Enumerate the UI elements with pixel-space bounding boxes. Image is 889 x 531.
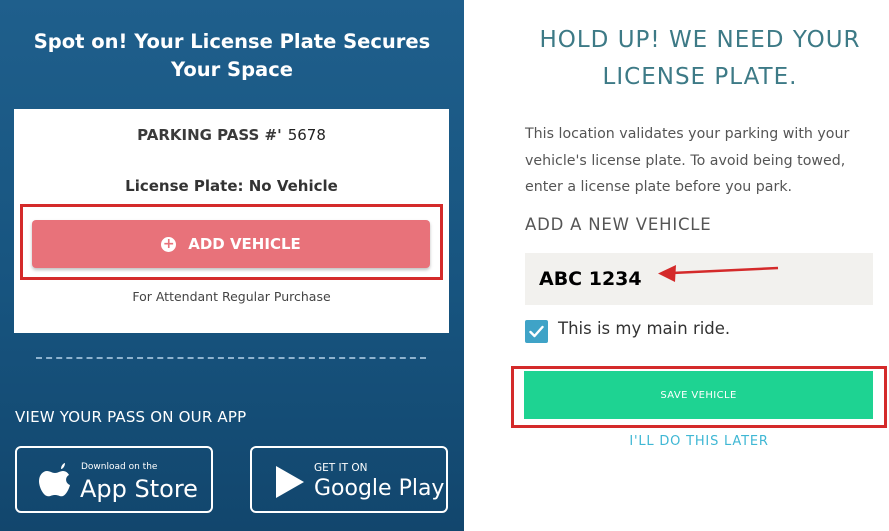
- title-line-1: HOLD UP! WE NEED YOUR: [539, 27, 861, 53]
- google-play-button[interactable]: GET IT ON Google Play: [250, 446, 448, 513]
- title-line-2: LICENSE PLATE.: [602, 64, 798, 90]
- license-plate-status: License Plate: No Vehicle: [125, 177, 338, 195]
- play-icon: [276, 466, 304, 498]
- license-plate-value: ABC 1234: [539, 268, 642, 290]
- parking-pass-card: PARKING PASS #' 5678 License Plate: No Ve…: [14, 109, 449, 333]
- app-store-small-text: Download on the: [81, 462, 158, 472]
- description-text: This location validates your parking wit…: [525, 126, 850, 195]
- parking-pass-panel: Spot on! Your License Plate Secures Your…: [0, 0, 464, 531]
- page-title: HOLD UP! WE NEED YOUR LICENSE PLATE.: [510, 22, 889, 96]
- save-vehicle-button[interactable]: SAVE VEHICLE: [524, 371, 873, 419]
- app-store-big-text: App Store: [80, 475, 198, 503]
- dashed-divider: [36, 357, 426, 359]
- red-arrow-annotation: [658, 265, 779, 282]
- parking-pass-value: 5678: [287, 126, 326, 144]
- add-vehicle-label: ADD VEHICLE: [188, 235, 301, 253]
- parking-pass-label: PARKING PASS #': [137, 126, 282, 144]
- plus-circle-icon: +: [161, 236, 177, 252]
- main-ride-checkbox[interactable]: [525, 320, 548, 343]
- do-this-later-link[interactable]: I'LL DO THIS LATER: [525, 434, 873, 449]
- google-play-small-text: GET IT ON: [314, 462, 368, 474]
- checkmark-icon: [529, 325, 544, 338]
- apple-icon: [39, 463, 70, 497]
- main-ride-label: This is my main ride.: [558, 319, 731, 338]
- app-heading: VIEW YOUR PASS ON OUR APP: [15, 408, 247, 426]
- save-vehicle-label: SAVE VEHICLE: [660, 389, 737, 401]
- add-vehicle-button[interactable]: + ADD VEHICLE: [32, 220, 430, 268]
- pass-heading: Spot on! Your License Plate Secures Your…: [33, 30, 431, 81]
- parking-pass-number: PARKING PASS #' 5678: [14, 126, 449, 144]
- app-store-button[interactable]: Download on the App Store: [15, 446, 213, 513]
- add-new-vehicle-label: ADD A NEW VEHICLE: [525, 215, 712, 234]
- attendant-note: For Attendant Regular Purchase: [132, 289, 331, 304]
- google-play-big-text: Google Play: [314, 476, 445, 501]
